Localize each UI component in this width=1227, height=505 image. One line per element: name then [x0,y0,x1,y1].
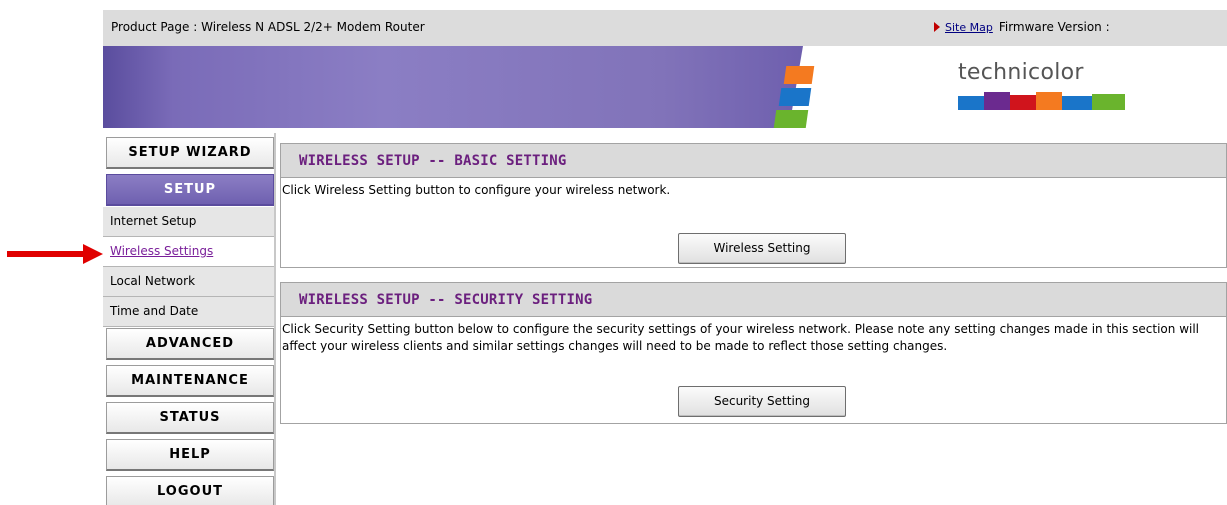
banner-stripe-orange [783,66,815,84]
security-setting-title: WIRELESS SETUP -- SECURITY SETTING [281,283,1226,317]
nav-help[interactable]: HELP [106,439,274,471]
security-setting-section: WIRELESS SETUP -- SECURITY SETTING Click… [280,282,1227,424]
top-bar: Product Page : Wireless N ADSL 2/2+ Mode… [103,10,1227,46]
sidebar-nav: SETUP WIZARD SETUP Internet Setup Wirele… [103,133,276,505]
nav-setup[interactable]: SETUP [106,174,274,206]
banner-stripe-blue [778,88,812,106]
security-setting-description: Click Security Setting button below to c… [282,322,1200,353]
banner-graphic [103,46,803,128]
sidebar-item-wireless-settings[interactable]: Wireless Settings [103,237,275,267]
arrow-right-icon [934,22,940,32]
sidebar-item-internet-setup[interactable]: Internet Setup [103,207,275,237]
basic-setting-description: Click Wireless Setting button to configu… [282,183,671,197]
nav-logout[interactable]: LOGOUT [106,476,274,505]
header-banner: technicolor [103,46,1227,128]
basic-setting-section: WIRELESS SETUP -- BASIC SETTING Click Wi… [280,143,1227,268]
nav-setup-wizard[interactable]: SETUP WIZARD [106,137,274,169]
sidebar-item-local-network[interactable]: Local Network [103,267,275,297]
banner-stripe-green [773,110,809,128]
site-map-link[interactable]: Site Map [945,21,993,34]
firmware-version-label: Firmware Version : [998,20,1110,34]
top-right-links: Site Map Firmware Version : [934,20,1110,34]
nav-status[interactable]: STATUS [106,402,274,434]
technicolor-logo: technicolor [958,60,1084,85]
security-setting-button[interactable]: Security Setting [678,386,846,417]
nav-maintenance[interactable]: MAINTENANCE [106,365,274,397]
sidebar-item-time-and-date[interactable]: Time and Date [103,297,275,327]
technicolor-logo-bar [958,92,1125,110]
product-page-label: Product Page : Wireless N ADSL 2/2+ Mode… [111,20,425,34]
red-arrow-annotation [7,244,103,264]
sidebar-divider [274,133,276,505]
wireless-setting-button[interactable]: Wireless Setting [678,233,846,264]
basic-setting-title: WIRELESS SETUP -- BASIC SETTING [281,144,1226,178]
nav-advanced[interactable]: ADVANCED [106,328,274,360]
